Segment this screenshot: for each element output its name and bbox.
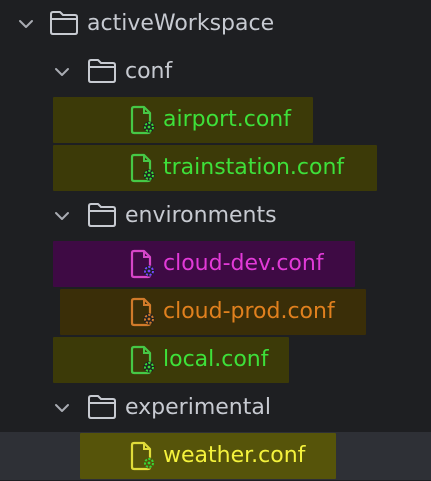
folder-icon <box>49 10 79 36</box>
folder-label-conf: conf <box>125 59 173 84</box>
folder-icon <box>87 394 117 420</box>
tree-row-root[interactable]: activeWorkspace <box>0 0 431 48</box>
file-label-airport-conf: airport.conf <box>163 107 291 132</box>
config-file-icon <box>128 297 158 327</box>
tree-row-file-cloud-dev-conf[interactable]: cloud-dev.conf <box>0 240 431 288</box>
tree-row-file-airport-conf[interactable]: airport.conf <box>0 96 431 144</box>
tree-row-folder-environments[interactable]: environments <box>0 192 431 240</box>
chevron-down-icon[interactable] <box>50 60 74 84</box>
folder-icon <box>87 58 117 84</box>
config-file-icon <box>128 105 158 135</box>
chevron-down-icon[interactable] <box>14 12 38 36</box>
project-tree: activeWorkspace conf airport.conf trains… <box>0 0 431 481</box>
config-file-icon <box>128 153 158 183</box>
tree-row-folder-experimental[interactable]: experimental <box>0 384 431 432</box>
file-label-local-conf: local.conf <box>163 347 269 372</box>
file-label-trainstation-conf: trainstation.conf <box>163 155 345 180</box>
file-label-weather-conf: weather.conf <box>163 443 306 468</box>
chevron-down-icon[interactable] <box>50 204 74 228</box>
folder-label-activeworkspace: activeWorkspace <box>87 11 275 36</box>
tree-row-file-weather-conf[interactable]: weather.conf <box>0 432 431 480</box>
config-file-icon <box>128 249 158 279</box>
config-file-icon <box>128 345 158 375</box>
file-label-cloud-dev-conf: cloud-dev.conf <box>163 251 324 276</box>
chevron-down-icon[interactable] <box>50 396 74 420</box>
tree-row-file-local-conf[interactable]: local.conf <box>0 336 431 384</box>
config-file-icon <box>128 441 158 471</box>
folder-label-experimental: experimental <box>125 395 271 420</box>
folder-label-environments: environments <box>125 203 277 228</box>
folder-icon <box>87 202 117 228</box>
tree-row-file-trainstation-conf[interactable]: trainstation.conf <box>0 144 431 192</box>
tree-row-file-cloud-prod-conf[interactable]: cloud-prod.conf <box>0 288 431 336</box>
tree-row-folder-conf[interactable]: conf <box>0 48 431 96</box>
file-label-cloud-prod-conf: cloud-prod.conf <box>163 299 335 324</box>
